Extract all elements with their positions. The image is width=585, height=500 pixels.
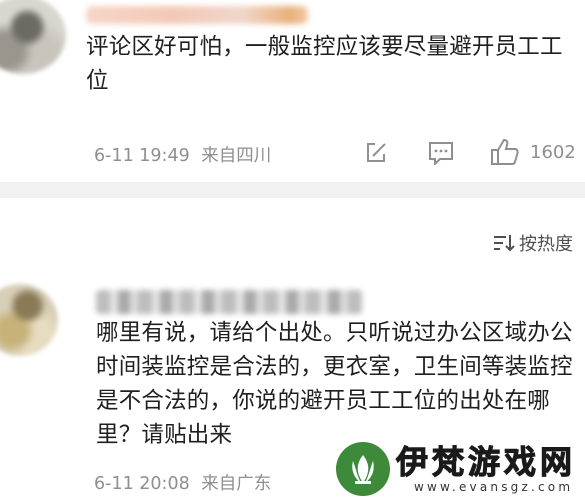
watermark-title: 伊梵游戏网 <box>395 443 577 481</box>
comment-location: 来自广东 <box>201 474 272 494</box>
avatar[interactable] <box>0 0 66 74</box>
watermark: 伊梵游戏网 www.evansgz.com <box>336 438 585 500</box>
comment-location: 来自四川 <box>201 146 272 166</box>
like-count: 1602 <box>530 142 576 163</box>
sort-label: 按热度 <box>519 234 573 255</box>
comment-date: 6-11 20:08 <box>94 474 190 494</box>
username-blurred[interactable] <box>86 6 308 24</box>
like-icon[interactable] <box>490 138 520 166</box>
comment-meta: 6-11 20:08 来自广东 <box>94 470 271 495</box>
watermark-url: www.evansgz.com <box>414 480 574 494</box>
comment-text: 评论区好可怕，一般监控应该要尽量避开员工工位 <box>86 34 563 94</box>
username-blurred[interactable] <box>96 290 362 314</box>
watermark-logo-icon <box>336 442 390 496</box>
comment-text: 哪里有说，请给个出处。只听说过办公区域办公时间装监控是合法的，更衣室，卫生间等装… <box>96 320 573 448</box>
avatar[interactable] <box>0 284 58 356</box>
section-divider <box>0 182 585 198</box>
sort-icon <box>494 235 515 252</box>
comment-date: 6-11 19:49 <box>94 146 190 166</box>
comment-icon[interactable] <box>428 141 454 165</box>
comment-meta: 6-11 19:49 来自四川 <box>94 142 271 167</box>
share-icon[interactable] <box>364 141 388 165</box>
sort-button[interactable]: 按热度 <box>493 230 573 256</box>
